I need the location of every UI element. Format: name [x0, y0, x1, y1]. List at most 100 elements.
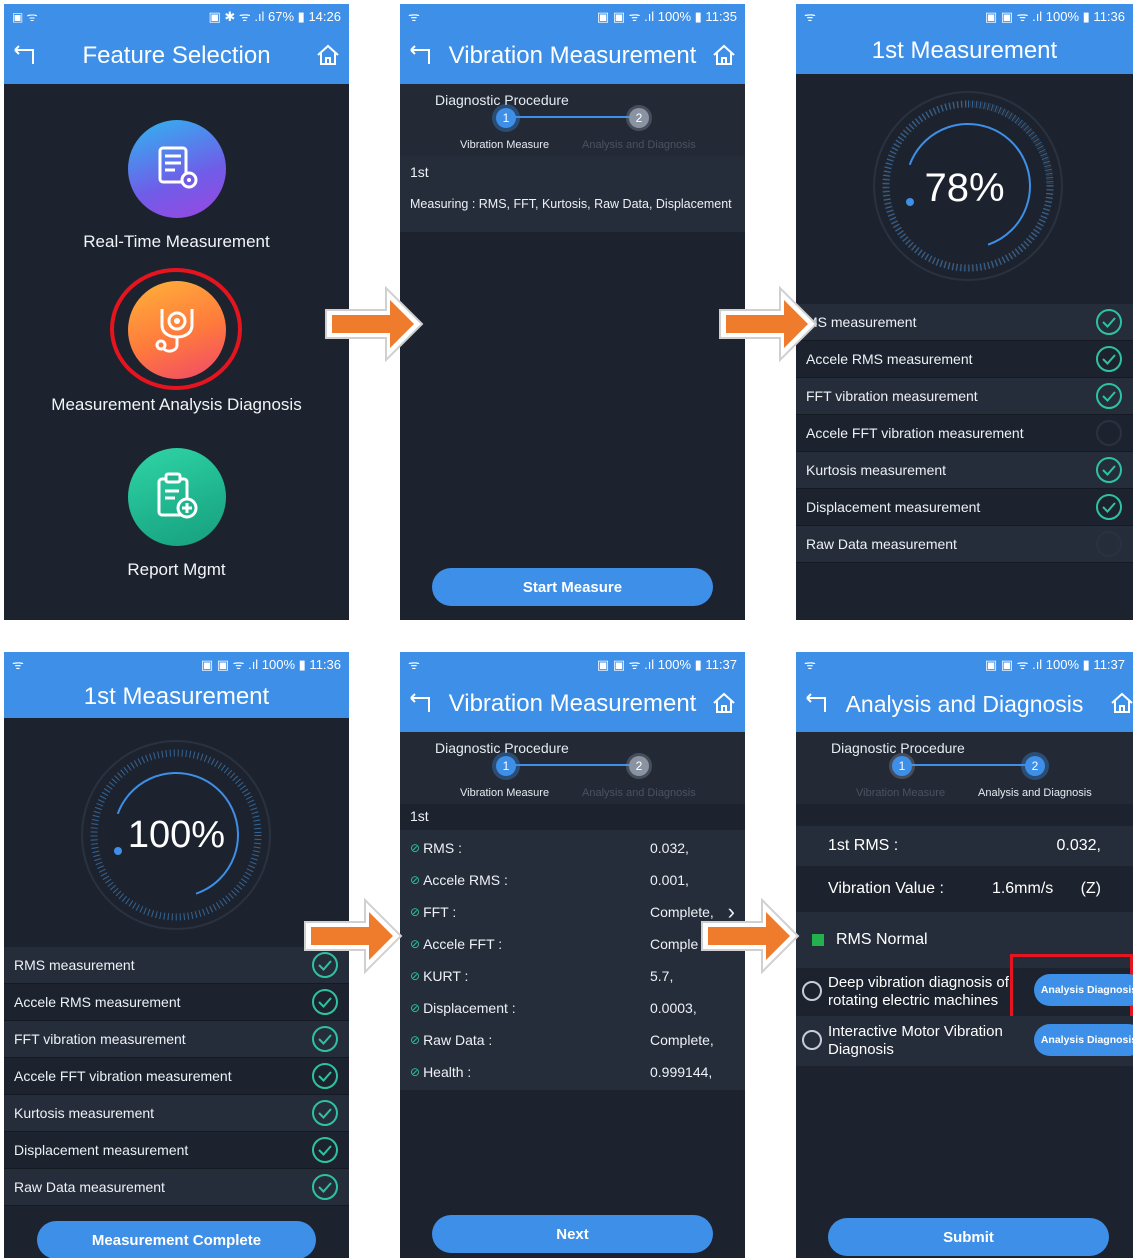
- result-row: ⊘ KURT :5.7,: [400, 960, 745, 992]
- result-row: ⊘ FFT : Complete, ›: [400, 896, 745, 928]
- checklist-label: Raw Data measurement: [14, 1179, 165, 1195]
- measuring-items: Measuring : RMS, FFT, Kurtosis, Raw Data…: [410, 197, 732, 211]
- result-key: ⊘ KURT :: [410, 968, 469, 984]
- check-small-icon: ⊘: [410, 1001, 421, 1015]
- back-icon[interactable]: [804, 690, 830, 716]
- result-row: ⊘ Accele RMS : 0.001,: [400, 864, 745, 896]
- result-key: ⊘ Displacement :: [410, 1000, 516, 1016]
- vibration-value-row: Vibration Value : 1.6mm/s (Z): [796, 866, 1133, 912]
- vibration-results-screen: ᯤ ▣ ▣ ᯤ .ıl 100% ▮ 11:37 Vibration Measu…: [400, 652, 745, 1258]
- home-icon[interactable]: [711, 690, 737, 716]
- feature-report-mgmt[interactable]: Report Mgmt: [4, 448, 349, 580]
- app-header: ᯤ ▣ ▣ ᯤ .ıl 100% ▮ 11:37 Analysis and Di…: [796, 652, 1133, 732]
- option-text-line2: rotating electric machines: [828, 992, 999, 1009]
- page-title: Feature Selection: [82, 42, 271, 69]
- status-bar: ᯤ ▣ ▣ ᯤ .ıl 100% ▮ 11:35: [400, 4, 745, 28]
- feature-measurement-analysis[interactable]: Measurement Analysis Diagnosis: [4, 268, 349, 415]
- checklist-label: RMS measurement: [14, 957, 135, 973]
- step-1-dot: 1: [496, 756, 516, 776]
- status-icons-right: ▣ ▣ ᯤ .ıl 100% ▮ 11:36: [984, 9, 1125, 24]
- radio-button[interactable]: [802, 981, 822, 1001]
- checklist-row: Accele RMS measurement: [4, 984, 349, 1021]
- result-key: ⊘ Health :: [410, 1064, 472, 1080]
- rms-status-text: RMS Normal: [836, 931, 928, 948]
- vibration-axis: (Z): [1080, 880, 1101, 897]
- analysis-diagnosis-button[interactable]: Analysis Diagnosis: [1034, 974, 1133, 1006]
- pending-circle-icon: [1096, 420, 1122, 446]
- submit-button[interactable]: Submit: [828, 1218, 1109, 1256]
- progress-percent: 100%: [127, 814, 226, 856]
- check-circle-icon: [1096, 383, 1122, 409]
- measurement-checklist: MS measurement Accele RMS measurement FFT …: [796, 304, 1133, 563]
- result-row: ⊘ Displacement : 0.0003,: [400, 992, 745, 1024]
- check-small-icon: ⊘: [410, 1033, 421, 1047]
- back-icon[interactable]: [408, 42, 434, 68]
- check-circle-icon: [312, 1174, 338, 1200]
- back-icon[interactable]: [12, 42, 38, 68]
- procedure-title: Diagnostic Procedure: [435, 92, 569, 108]
- checklist-row: Raw Data measurement: [4, 1169, 349, 1206]
- checklist-label: Displacement measurement: [806, 499, 981, 515]
- vibration-label: Vibration Value :: [828, 880, 944, 897]
- status-bar: ᯤ ▣ ▣ ᯤ .ıl 100% ▮ 11:37: [400, 652, 745, 676]
- check-small-icon: ⊘: [410, 873, 421, 887]
- diagnosis-option-1[interactable]: Deep vibration diagnosis of rotating ele…: [796, 954, 1133, 1026]
- checklist-row: Accele FFT vibration measurement: [4, 1058, 349, 1095]
- rms-row: 1st RMS : 0.032,: [796, 826, 1133, 866]
- checklist-row: Kurtosis measurement: [796, 452, 1133, 489]
- measurement-progress-screen: ᯤ ▣ ▣ ᯤ .ıl 100% ▮ 11:36 1st Measurement…: [796, 4, 1133, 620]
- progress-gauge: 100%: [4, 718, 349, 947]
- status-icons-left: ᯤ: [408, 9, 420, 24]
- step-2-label: Analysis and Diagnosis: [582, 139, 696, 151]
- result-value: 0.0003,: [650, 1000, 697, 1016]
- check-small-icon: ⊘: [410, 937, 421, 951]
- document-gear-icon: [127, 120, 226, 218]
- feature-real-time[interactable]: Real-Time Measurement: [4, 120, 349, 252]
- option-text-line1: Interactive Motor Vibration: [828, 1023, 1003, 1040]
- status-icons-left: ᯤ: [804, 9, 816, 24]
- result-row: ⊘ RMS : 0.032,: [400, 832, 745, 864]
- back-icon[interactable]: [408, 690, 434, 716]
- step-connector: [902, 764, 1036, 766]
- step-1-dot: 1: [892, 756, 912, 776]
- checklist-row: Accele FFT vibration measurement: [796, 415, 1133, 452]
- feature-label: Measurement Analysis Diagnosis: [51, 395, 302, 414]
- page-title: 1st Measurement: [871, 37, 1058, 64]
- vibration-measurement-screen: ᯤ ▣ ▣ ᯤ .ıl 100% ▮ 11:35 Vibration Measu…: [400, 4, 745, 620]
- step-connector: [506, 764, 640, 766]
- result-row: ⊘ Raw Data : Complete,: [400, 1024, 745, 1056]
- result-value: 0.032,: [650, 840, 689, 856]
- flow-arrow-icon: [719, 285, 818, 363]
- checklist-row: MS measurement: [796, 304, 1133, 341]
- status-indicator-icon: [812, 934, 824, 946]
- app-header: ᯤ ▣ ▣ ᯤ .ıl 100% ▮ 11:37 Vibration Measu…: [400, 652, 745, 732]
- procedure-title: Diagnostic Procedure: [831, 740, 965, 756]
- status-bar: ᯤ ▣ ▣ ᯤ .ıl 100% ▮ 11:37: [796, 652, 1133, 676]
- step-1-label: Vibration Measure: [460, 139, 550, 151]
- status-icons-right: ▣ ▣ ᯤ .ıl 100% ▮ 11:37: [984, 657, 1125, 672]
- home-icon[interactable]: [711, 42, 737, 68]
- checklist-row: Kurtosis measurement: [4, 1095, 349, 1132]
- check-small-icon: ⊘: [410, 905, 421, 919]
- highlight-circle: [110, 268, 242, 390]
- radio-button[interactable]: [802, 1030, 822, 1050]
- measurement-complete-button[interactable]: Measurement Complete: [37, 1221, 316, 1258]
- flow-arrow-icon: [325, 285, 424, 363]
- feature-selection-screen: ▣ ᯤ ▣ ✱ ᯤ .ıl 67% ▮ 14:26 Feature Select…: [4, 4, 349, 620]
- start-measure-button[interactable]: Start Measure: [432, 568, 713, 606]
- checklist-label: Accele RMS measurement: [806, 351, 973, 367]
- diagnosis-option-2[interactable]: Interactive Motor Vibration Diagnosis An…: [796, 1016, 1133, 1066]
- analysis-diagnosis-button[interactable]: Analysis Diagnosis: [1034, 1024, 1133, 1056]
- checklist-label: Raw Data measurement: [806, 536, 957, 552]
- pending-circle-icon: [1096, 531, 1122, 557]
- status-icons-right: ▣ ▣ ᯤ .ıl 100% ▮ 11:35: [596, 9, 737, 24]
- step-2-label: Analysis and Diagnosis: [978, 787, 1092, 799]
- app-header: ᯤ ▣ ▣ ᯤ .ıl 100% ▮ 11:36 1st Measurement: [4, 652, 349, 718]
- next-button[interactable]: Next: [432, 1215, 713, 1253]
- check-circle-icon: [312, 1137, 338, 1163]
- home-icon[interactable]: [1109, 690, 1133, 716]
- home-icon[interactable]: [315, 42, 341, 68]
- checklist-row: RMS measurement: [4, 947, 349, 984]
- result-key: ⊘ Raw Data :: [410, 1032, 493, 1048]
- checklist-label: Kurtosis measurement: [14, 1105, 155, 1121]
